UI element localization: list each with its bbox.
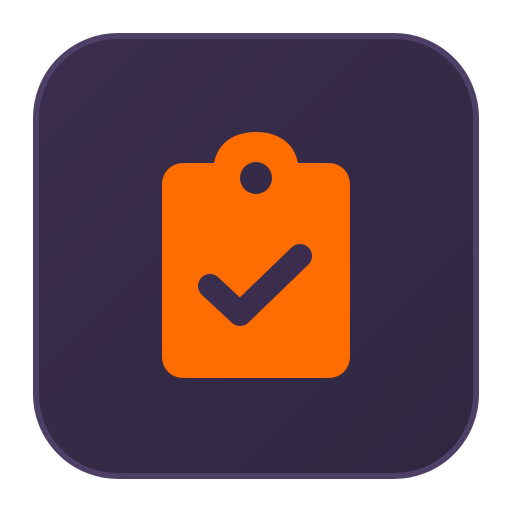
app-icon[interactable] xyxy=(0,0,512,512)
icon-stage xyxy=(0,0,512,512)
